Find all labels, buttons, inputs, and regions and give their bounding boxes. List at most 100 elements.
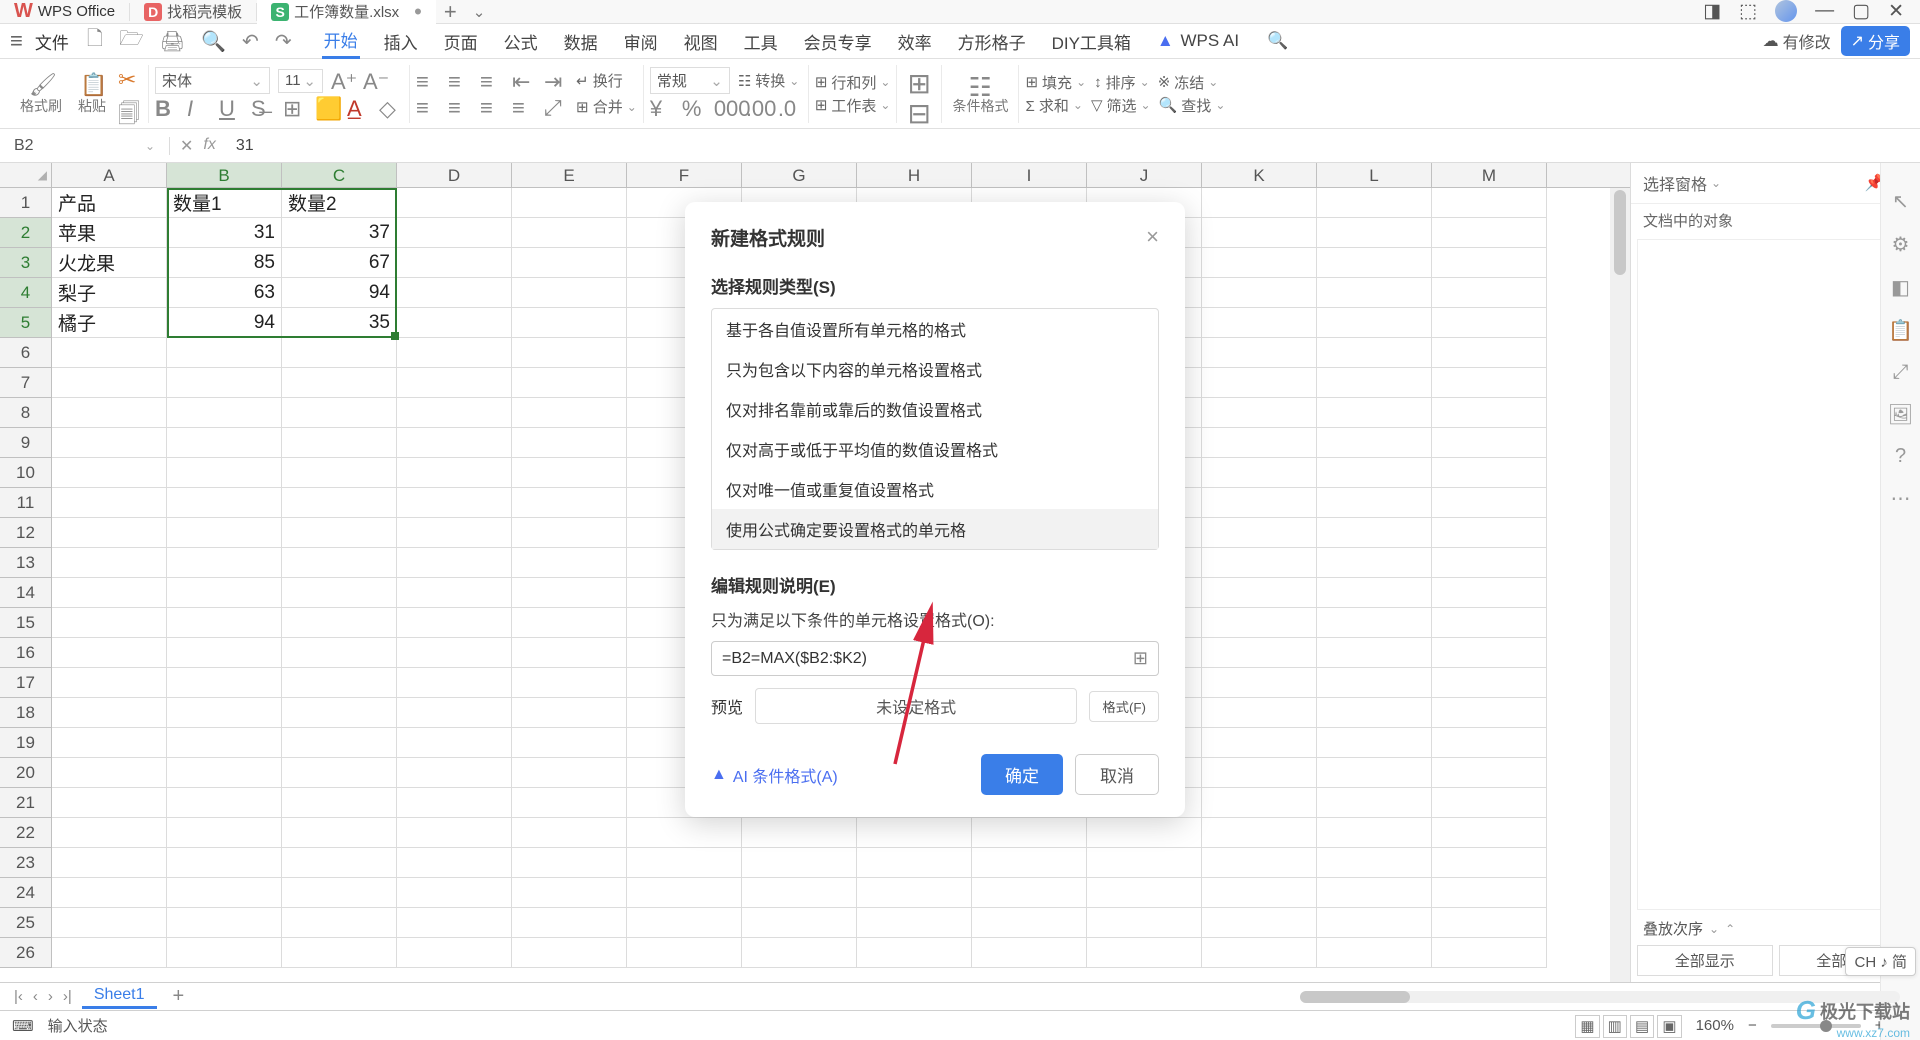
cell[interactable]: 37	[282, 218, 397, 248]
cut-icon[interactable]: ✂	[118, 67, 142, 91]
cell[interactable]: 35	[282, 308, 397, 338]
cell[interactable]	[512, 848, 627, 878]
cell[interactable]	[1202, 548, 1317, 578]
split-view-icon[interactable]: ▤	[1630, 1015, 1654, 1038]
indent-dec-icon[interactable]: ⇤	[512, 69, 536, 93]
cell[interactable]	[167, 338, 282, 368]
col-header-I[interactable]: I	[972, 163, 1087, 187]
orientation-icon[interactable]: ⤢	[544, 95, 568, 119]
cell[interactable]	[972, 938, 1087, 968]
cell[interactable]	[972, 818, 1087, 848]
cell[interactable]	[1087, 938, 1202, 968]
wrap-dropdown[interactable]: ↵ 换行	[576, 70, 623, 91]
align-center-icon[interactable]: ≡	[448, 95, 472, 119]
cell[interactable]	[282, 488, 397, 518]
cell[interactable]	[282, 428, 397, 458]
cell[interactable]	[972, 848, 1087, 878]
cell[interactable]	[1432, 248, 1547, 278]
cell[interactable]	[397, 188, 512, 218]
cell[interactable]	[1202, 218, 1317, 248]
cell[interactable]	[397, 248, 512, 278]
convert-dropdown[interactable]: ☷ 转换 ⌄	[738, 70, 800, 91]
row-header[interactable]: 15	[0, 608, 51, 638]
cell[interactable]	[1317, 248, 1432, 278]
sum-dropdown[interactable]: Σ 求和 ⌄	[1025, 95, 1083, 116]
cell[interactable]	[167, 848, 282, 878]
cell[interactable]	[397, 278, 512, 308]
cell[interactable]: 94	[167, 308, 282, 338]
cell[interactable]	[1317, 878, 1432, 908]
cell[interactable]	[52, 578, 167, 608]
indent-inc-icon[interactable]: ⇥	[544, 69, 568, 93]
cell[interactable]	[1202, 938, 1317, 968]
delete-cells-button[interactable]: ⊟	[903, 95, 935, 123]
paste-button[interactable]: 📋粘贴	[74, 70, 110, 118]
range-picker-icon[interactable]: ⊞	[1133, 648, 1148, 669]
insert-cells-button[interactable]: ⊞	[903, 65, 935, 93]
cell[interactable]	[1432, 638, 1547, 668]
name-box[interactable]: B2⌄	[0, 137, 170, 155]
cell[interactable]	[1432, 458, 1547, 488]
currency-icon[interactable]: ¥	[650, 96, 674, 120]
clipboard-icon[interactable]: 📋	[1888, 318, 1913, 343]
cell[interactable]	[397, 938, 512, 968]
reading-view-icon[interactable]: ▣	[1657, 1015, 1681, 1038]
cell[interactable]	[1432, 548, 1547, 578]
cell[interactable]: 产品	[52, 188, 167, 218]
layers-icon[interactable]: ◧	[1891, 275, 1910, 300]
align-bottom-icon[interactable]: ≡	[480, 69, 504, 93]
cancel-edit-icon[interactable]: ✕	[180, 136, 193, 156]
hamburger-icon[interactable]: ≡	[10, 28, 23, 54]
search-icon[interactable]: 🔍	[1265, 27, 1290, 55]
tab-insert[interactable]: 插入	[382, 25, 420, 58]
settings-icon[interactable]: ⚙	[1892, 232, 1910, 257]
cell[interactable]	[1202, 698, 1317, 728]
cell[interactable]	[512, 818, 627, 848]
cell[interactable]	[167, 368, 282, 398]
cell[interactable]	[627, 848, 742, 878]
cell[interactable]	[282, 878, 397, 908]
cell[interactable]	[1317, 758, 1432, 788]
cell[interactable]	[512, 788, 627, 818]
cube-icon[interactable]: ⬚	[1739, 0, 1757, 23]
cell[interactable]	[512, 218, 627, 248]
tab-dropdown[interactable]: ⌄	[465, 3, 494, 21]
cell[interactable]	[1432, 608, 1547, 638]
cell[interactable]	[1317, 848, 1432, 878]
cell[interactable]	[512, 398, 627, 428]
number-format-select[interactable]: 常规⌄	[650, 67, 730, 94]
cell[interactable]	[512, 248, 627, 278]
cell[interactable]	[857, 878, 972, 908]
cell[interactable]	[52, 368, 167, 398]
cell[interactable]: 火龙果	[52, 248, 167, 278]
row-header-3[interactable]: 3	[0, 248, 51, 278]
rule-option[interactable]: 仅对唯一值或重复值设置格式	[712, 469, 1158, 509]
cell[interactable]	[1317, 428, 1432, 458]
cell[interactable]	[1317, 578, 1432, 608]
dec-inc-icon[interactable]: .00	[746, 96, 770, 120]
increase-font-icon[interactable]: A⁺	[331, 69, 355, 93]
cell[interactable]	[1202, 278, 1317, 308]
row-header[interactable]: 11	[0, 488, 51, 518]
cell[interactable]	[512, 278, 627, 308]
comma-icon[interactable]: 000	[714, 96, 738, 120]
cell[interactable]	[282, 908, 397, 938]
row-header[interactable]: 17	[0, 668, 51, 698]
cell[interactable]	[397, 368, 512, 398]
col-header-A[interactable]: A	[52, 163, 167, 187]
cell[interactable]	[52, 338, 167, 368]
rule-option[interactable]: 基于各自值设置所有单元格的格式	[712, 309, 1158, 349]
cell[interactable]	[1317, 518, 1432, 548]
col-header-B[interactable]: B	[167, 163, 282, 187]
zoom-out-icon[interactable]: −	[1748, 1017, 1757, 1034]
cell[interactable]	[282, 338, 397, 368]
cell[interactable]	[397, 548, 512, 578]
row-header[interactable]: 16	[0, 638, 51, 668]
formula-input[interactable]: 31	[226, 137, 1920, 155]
cell[interactable]	[1432, 338, 1547, 368]
cell[interactable]	[52, 788, 167, 818]
cell[interactable]	[512, 938, 627, 968]
cell[interactable]	[1202, 308, 1317, 338]
cell[interactable]	[52, 458, 167, 488]
cell[interactable]	[1432, 398, 1547, 428]
